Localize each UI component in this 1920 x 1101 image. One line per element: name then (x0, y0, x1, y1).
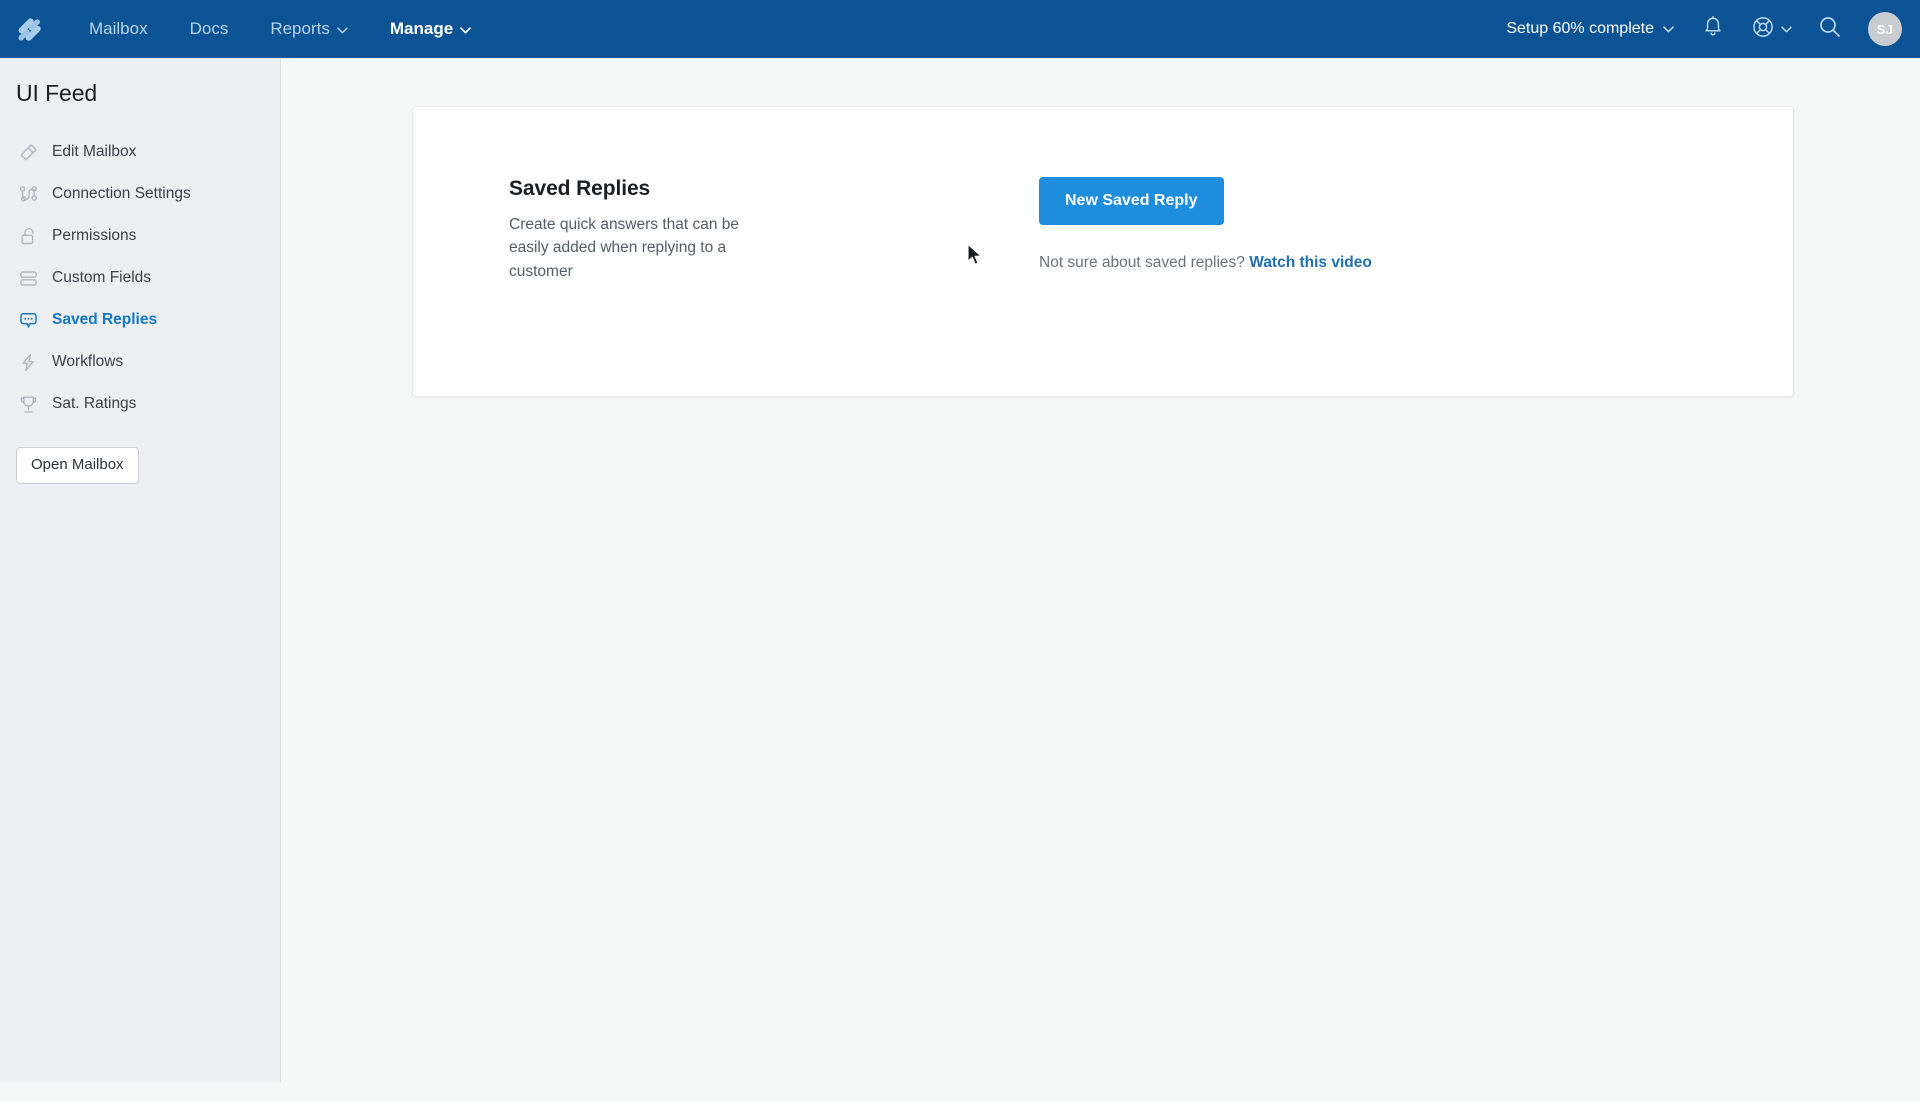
chat-bubble-icon (16, 308, 40, 332)
sidebar-item-permissions[interactable]: Permissions (0, 215, 280, 257)
sidebar-item-label: Workflows (52, 353, 124, 370)
saved-replies-actions: New Saved Reply Not sure about saved rep… (1039, 177, 1372, 283)
sidebar-item-label: Custom Fields (52, 269, 152, 286)
sidebar-item-saved-replies[interactable]: Saved Replies (0, 299, 280, 341)
sidebar-item-label: Edit Mailbox (52, 143, 137, 160)
user-avatar[interactable]: SJ (1868, 12, 1902, 46)
setup-progress-label: Setup 60% complete (1506, 20, 1654, 37)
search-button[interactable] (1802, 0, 1856, 58)
page-title: UI Feed (16, 80, 98, 106)
sidebar-nav-list: Edit Mailbox Connection Settings Permiss… (0, 131, 280, 425)
nav-link-docs[interactable]: Docs (169, 0, 250, 58)
lightning-bolt-icon (16, 350, 40, 374)
sidebar-item-connection-settings[interactable]: Connection Settings (0, 173, 280, 215)
nav-link-mailbox-label: Mailbox (89, 19, 148, 38)
help-prompt-text: Not sure about saved replies? (1039, 253, 1245, 271)
new-saved-reply-button[interactable]: New Saved Reply (1039, 177, 1224, 225)
top-navigation-bar: Mailbox Docs Reports Manage Setup 60% co… (0, 0, 1920, 58)
nav-link-manage[interactable]: Manage (369, 0, 492, 58)
open-mailbox-button[interactable]: Open Mailbox (16, 447, 139, 484)
primary-nav-links: Mailbox Docs Reports Manage (68, 0, 492, 58)
unlock-icon (16, 224, 40, 248)
avatar-initials: SJ (1876, 21, 1894, 37)
sidebar-item-edit-mailbox[interactable]: Edit Mailbox (0, 131, 280, 173)
sidebar-item-label: Connection Settings (52, 185, 191, 202)
pencil-icon (16, 140, 40, 164)
open-mailbox-container: Open Mailbox (0, 425, 280, 484)
stacked-fields-icon (16, 266, 40, 290)
helpscout-logo[interactable] (0, 0, 58, 58)
saved-replies-card-row: Saved Replies Create quick answers that … (413, 107, 1793, 283)
main-content-area: Saved Replies Create quick answers that … (281, 58, 1920, 1082)
sidebar-item-workflows[interactable]: Workflows (0, 341, 280, 383)
chevron-down-icon (337, 0, 348, 58)
lifesaver-icon (1751, 15, 1775, 44)
sidebar-item-label: Saved Replies (52, 311, 158, 328)
chevron-down-icon (1663, 20, 1674, 38)
bell-icon (1702, 15, 1724, 44)
trophy-icon (16, 392, 40, 416)
sidebar-item-label: Permissions (52, 227, 137, 244)
setup-progress-menu[interactable]: Setup 60% complete (1494, 20, 1686, 38)
watch-this-video-link[interactable]: Watch this video (1249, 254, 1372, 271)
connection-icon (16, 182, 40, 206)
nav-link-manage-label: Manage (389, 19, 454, 38)
nav-link-mailbox[interactable]: Mailbox (68, 0, 169, 58)
saved-replies-card: Saved Replies Create quick answers that … (412, 106, 1794, 397)
saved-replies-info: Saved Replies Create quick answers that … (509, 177, 909, 283)
chevron-down-icon (460, 0, 472, 58)
chevron-down-icon (1780, 20, 1792, 38)
notifications-button[interactable] (1686, 0, 1740, 58)
settings-sidebar: UI Feed Edit Mailbox Connection Settings… (0, 58, 281, 1082)
nav-link-docs-label: Docs (189, 19, 229, 38)
saved-replies-description: Create quick answers that can be easily … (509, 216, 740, 280)
sidebar-item-label: Sat. Ratings (52, 395, 137, 412)
nav-right-cluster: Setup 60% complete SJ (1494, 0, 1920, 58)
sidebar-item-custom-fields[interactable]: Custom Fields (0, 257, 280, 299)
sidebar-item-sat-ratings[interactable]: Sat. Ratings (0, 383, 280, 425)
help-menu-button[interactable] (1740, 0, 1802, 58)
nav-link-reports-label: Reports (270, 19, 330, 38)
nav-link-reports[interactable]: Reports (249, 0, 369, 58)
saved-replies-heading: Saved Replies (509, 177, 651, 200)
search-icon (1818, 15, 1841, 43)
saved-replies-help-line: Not sure about saved replies? Watch this… (1039, 254, 1372, 272)
